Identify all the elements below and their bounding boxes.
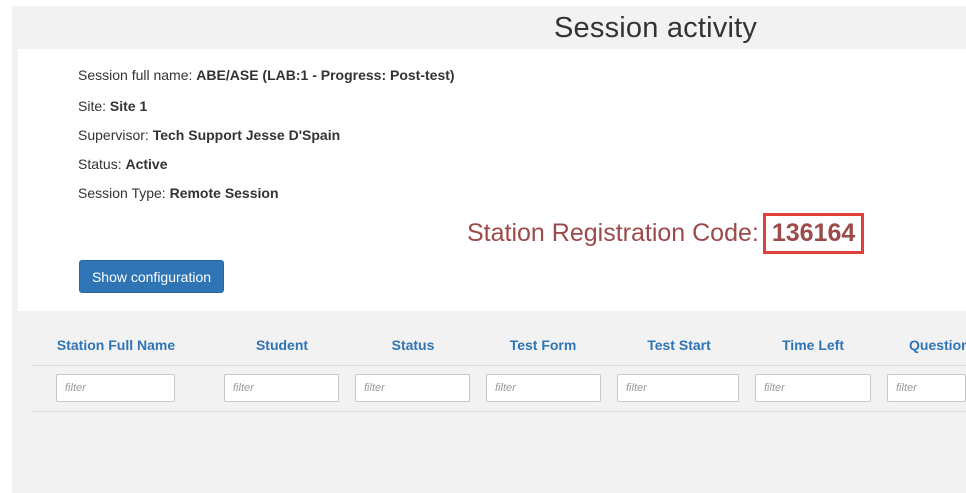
filter-input-question[interactable] xyxy=(887,374,966,402)
supervisor-row: Supervisor: Tech Support Jesse D'Spain xyxy=(78,127,340,143)
site-value: Site 1 xyxy=(109,98,148,114)
filter-input-student[interactable] xyxy=(224,374,339,402)
column-header-station-full-name[interactable]: Station Full Name xyxy=(57,337,175,353)
supervisor-label: Supervisor: xyxy=(78,127,149,143)
filter-input-status[interactable] xyxy=(355,374,470,402)
session-full-name-value: ABE/ASE (LAB:1 - Progress: Post-test) xyxy=(196,67,455,83)
column-header-student[interactable]: Student xyxy=(256,337,308,353)
table-header: Station Full Name Student Status Test Fo… xyxy=(32,331,966,366)
filter-row xyxy=(32,366,966,412)
column-header-test-start[interactable]: Test Start xyxy=(647,337,711,353)
registration-code-label: Station Registration Code: xyxy=(467,218,759,247)
session-type-label: Session Type: xyxy=(78,185,166,201)
status-row: Status: Active xyxy=(78,156,168,172)
column-header-test-form[interactable]: Test Form xyxy=(510,337,577,353)
site-label: Site: xyxy=(78,98,107,114)
filter-input-test-form[interactable] xyxy=(486,374,601,402)
column-header-time-left[interactable]: Time Left xyxy=(782,337,844,353)
supervisor-value: Tech Support Jesse D'Spain xyxy=(152,127,341,143)
filter-input-time-left[interactable] xyxy=(755,374,871,402)
site-row: Site: Site 1 xyxy=(78,98,147,114)
column-header-status[interactable]: Status xyxy=(392,337,435,353)
session-full-name-row: Session full name: ABE/ASE (LAB:1 - Prog… xyxy=(78,67,455,83)
registration-code-value: 136164 xyxy=(762,212,865,254)
station-registration: Station Registration Code: 136164 xyxy=(467,212,865,254)
session-info-panel: Session full name: ABE/ASE (LAB:1 - Prog… xyxy=(18,49,966,311)
page-title: Session activity xyxy=(554,12,758,44)
status-value: Active xyxy=(125,156,168,172)
session-activity-page: Session activity Session full name: ABE/… xyxy=(12,6,966,493)
filter-input-station-full-name[interactable] xyxy=(56,374,175,402)
session-type-row: Session Type: Remote Session xyxy=(78,185,279,201)
status-label: Status: xyxy=(78,156,122,172)
column-header-question[interactable]: Question xyxy=(909,337,966,353)
filter-input-test-start[interactable] xyxy=(617,374,739,402)
show-configuration-button[interactable]: Show configuration xyxy=(79,260,224,293)
session-full-name-label: Session full name: xyxy=(78,67,193,83)
session-type-value: Remote Session xyxy=(169,185,279,201)
